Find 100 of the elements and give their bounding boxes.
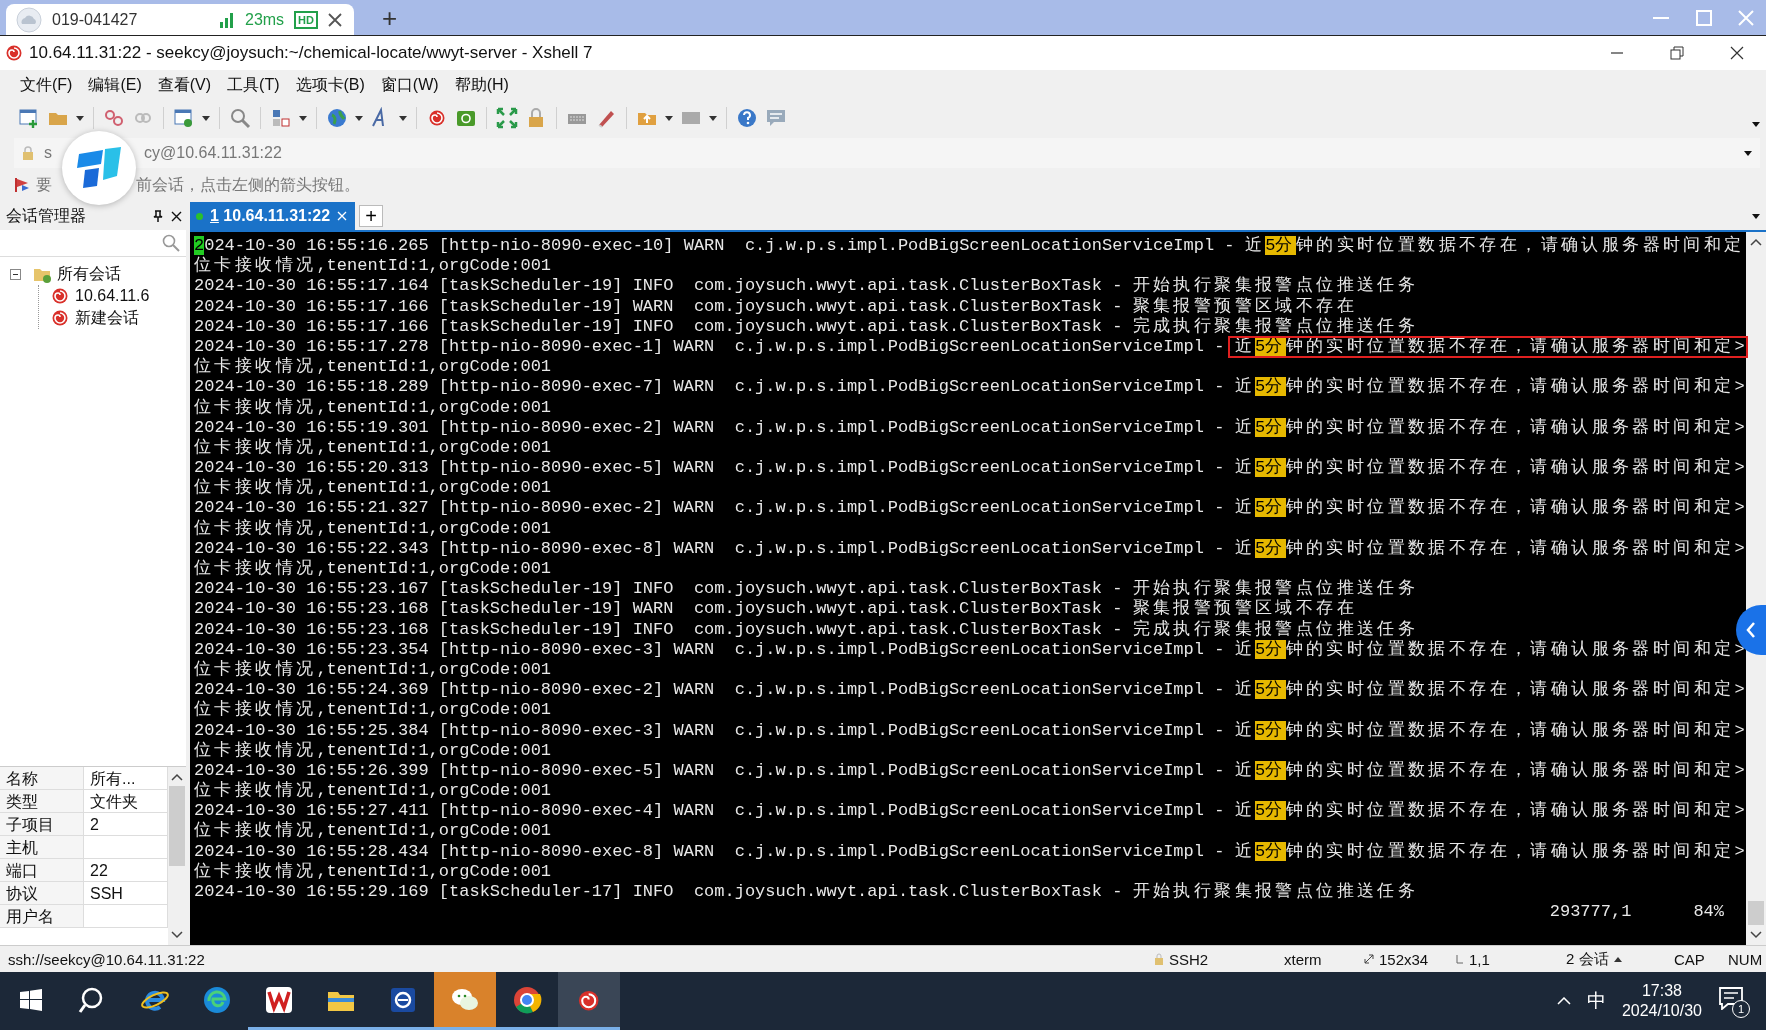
property-name: 端口	[0, 859, 84, 882]
log-line: 2024-10-30 16:55:23.167 [taskScheduler-19] INFO com.joysuch.wwyt.api.task.ClusterBoxTask - 开始执行聚集报警点位推送任务	[194, 579, 1419, 599]
menu-item[interactable]: 编辑(E)	[80, 71, 150, 99]
window-layout-icon[interactable]	[270, 107, 292, 129]
log-line: 位卡接收情况,tenentId:1,orgCode:001	[194, 256, 552, 277]
log-line: 位卡接收情况,tenentId:1,orgCode:001	[194, 659, 552, 681]
app-logo-badge[interactable]	[62, 131, 136, 205]
window-gear-icon[interactable]	[173, 107, 195, 129]
quality-badge: HD	[294, 10, 318, 29]
log-line: 2024-10-30 16:55:23.354 [http-nio-8090-exec-3] WARN c.j.w.p.s.impl.PodBigScreenLocationServiceImpl - 近 5分 钟的实时位置数据不存在，请确认服务器时间和定>	[194, 639, 1745, 660]
log-line: 位卡接收情况,tenentId:1,orgCode:001	[194, 357, 552, 378]
lock-icon	[1154, 953, 1164, 965]
caret-icon[interactable]	[665, 115, 673, 121]
connected-dot-icon	[196, 212, 203, 220]
caret-icon[interactable]	[76, 115, 84, 121]
close-icon[interactable]	[171, 210, 182, 222]
num-lock-indicator: NUM	[1728, 950, 1764, 968]
chevron-up-icon[interactable]	[171, 773, 183, 781]
cursor-position-icon	[1456, 954, 1464, 964]
chevron-down-icon[interactable]	[171, 931, 183, 939]
tree-item[interactable]: 新建会话	[73, 307, 141, 329]
lock-icon	[22, 146, 34, 160]
terminal-size-label: 152x34	[1379, 950, 1429, 968]
tree-item[interactable]: 10.64.11.6	[73, 287, 152, 305]
chevron-left-icon	[1746, 622, 1756, 638]
clock-time: 17:38	[1641, 981, 1682, 1001]
log-line: 2024-10-30 16:55:22.343 [http-nio-8090-exec-8] WARN c.j.w.p.s.impl.PodBigScreenLocationServiceImpl - 近 5分 钟的实时位置数据不存在，请确认服务器时间和定>	[194, 538, 1745, 559]
hint-text-end: 前会话，点击左侧的箭头按钮。	[136, 174, 360, 195]
close-icon[interactable]	[328, 12, 342, 27]
taskbar-app[interactable]	[558, 972, 620, 1030]
menu-item[interactable]: 选项卡(B)	[287, 71, 373, 99]
close-icon[interactable]	[1730, 46, 1744, 60]
chevron-down-icon[interactable]	[1750, 931, 1762, 939]
scroll-bar[interactable]	[1746, 232, 1766, 945]
chevron-up-icon[interactable]	[1750, 238, 1762, 246]
session-tab[interactable]: 1 10.64.11.31:22	[190, 202, 356, 230]
clock-date: 2024/10/30	[1621, 1001, 1702, 1021]
new-tab-button[interactable]: +	[378, 4, 402, 31]
panel-title: 会话管理器	[6, 205, 87, 226]
address-text-start: s	[44, 144, 52, 162]
property-name: 协议	[0, 882, 84, 905]
menu-item[interactable]: 窗口(W)	[372, 71, 447, 99]
snail-icon	[51, 309, 69, 327]
collapse-toggle-icon[interactable]	[10, 268, 21, 280]
restore-icon[interactable]	[1670, 46, 1684, 60]
search-icon[interactable]	[162, 234, 180, 252]
window-title: 10.64.11.31:22 - seekcy@joysuch:~/chemical-locate/wwyt-server - Xshell 7	[29, 43, 594, 63]
protocol-label: SSH2	[1169, 950, 1209, 968]
address-bar[interactable]: s cy@10.64.11.31:22	[14, 138, 1760, 168]
notification-count-badge: 1	[1732, 1000, 1750, 1018]
scroll-bar[interactable]	[168, 767, 186, 945]
caret-icon[interactable]	[202, 115, 210, 121]
caret-icon[interactable]	[355, 115, 363, 121]
windows-logo-icon	[20, 988, 42, 1011]
scroll-thumb[interactable]	[1748, 901, 1764, 925]
terminal-type-label: xterm	[1284, 950, 1322, 968]
caret-icon[interactable]	[1744, 150, 1752, 156]
scroll-thumb[interactable]	[169, 786, 185, 866]
log-line: 2024-10-30 16:55:17.166 [taskScheduler-19] INFO com.joysuch.wwyt.api.task.ClusterBoxTask - 完成执行聚集报警点位推送任务	[194, 316, 1419, 337]
scroll-percent: 84%	[1693, 902, 1724, 923]
caret-icon[interactable]	[299, 115, 307, 121]
caret-up-icon[interactable]	[1613, 956, 1622, 962]
caret-icon[interactable]	[1752, 213, 1760, 219]
property-name: 主机	[0, 836, 84, 859]
log-line: 位卡接收情况,tenentId:1,orgCode:001	[194, 437, 552, 459]
pin-icon[interactable]	[153, 210, 163, 222]
signal-bars-icon	[219, 11, 235, 28]
caret-icon[interactable]	[399, 115, 407, 121]
window-plus-icon[interactable]	[18, 107, 40, 129]
cloud-avatar-icon	[16, 6, 42, 33]
log-line: 2024-10-30 16:55:26.399 [http-nio-8090-exec-5] WARN c.j.w.p.s.impl.PodBigScreenLocationServiceImpl - 近 5分 钟的实时位置数据不存在，请确认服务器时间和定>	[194, 760, 1745, 781]
log-line: 位卡接收情况,tenentId:1,orgCode:001	[194, 781, 552, 802]
caps-lock-indicator: CAP	[1674, 950, 1705, 968]
globe-icon[interactable]	[326, 107, 348, 129]
connection-url: ssh://seekcy@10.64.11.31:22	[8, 950, 206, 968]
menu-item[interactable]: 查看(V)	[149, 71, 220, 99]
expand-arrows-icon[interactable]	[496, 107, 518, 129]
caret-icon[interactable]	[1752, 121, 1760, 127]
address-text-end: cy@10.64.11.31:22	[144, 144, 282, 162]
input-method-indicator[interactable]: 中	[1586, 988, 1606, 1014]
log-line: 2024-10-30 16:55:20.313 [http-nio-8090-exec-5] WARN c.j.w.p.s.impl.PodBigScreenLocationServiceImpl - 近 5分 钟的实时位置数据不存在，请确认服务器时间和定>	[194, 458, 1745, 478]
menu-item[interactable]: 帮助(H)	[446, 71, 517, 99]
wave-circle-icon	[202, 984, 232, 1015]
session-count-label: 2 会话	[1566, 949, 1609, 969]
new-tab-button[interactable]: +	[359, 205, 384, 227]
log-line: 2024-10-30 16:55:17.164 [taskScheduler-19] INFO com.joysuch.wwyt.api.task.ClusterBoxTask - 开始执行聚集报警点位推送任务	[194, 276, 1419, 297]
property-name: 类型	[0, 790, 84, 813]
help-icon[interactable]	[736, 107, 758, 129]
menu-item[interactable]: 文件(F)	[12, 71, 81, 99]
latency-text: 23ms	[245, 10, 285, 29]
tree-item[interactable]: 所有会话	[55, 263, 123, 285]
log-line: 位卡接收情况,tenentId:1,orgCode:001	[194, 740, 552, 761]
broken-link-icon[interactable]	[103, 107, 125, 129]
search-icon[interactable]	[229, 107, 251, 129]
log-line: 位卡接收情况,tenentId:1,orgCode:001	[194, 478, 552, 499]
log-line: 2024-10-30 16:55:16.265 [http-nio-8090-exec-10] WARN c.j.w.p.s.impl.PodBigScreenLocationServiceImpl - 近 5分 钟的实时位置数据不存在，请确认服务器时间和定	[194, 236, 1745, 256]
caret-icon[interactable]	[709, 115, 717, 121]
menu-item[interactable]: 工具(T)	[219, 71, 288, 99]
remote-session-tab[interactable]: 019-041427 23ms HD	[6, 4, 354, 35]
log-line: 2024-10-30 16:55:18.289 [http-nio-8090-exec-7] WARN c.j.w.p.s.impl.PodBigScreenLocationServiceImpl - 近 5分 钟的实时位置数据不存在，请确认服务器时间和定>	[194, 377, 1745, 398]
